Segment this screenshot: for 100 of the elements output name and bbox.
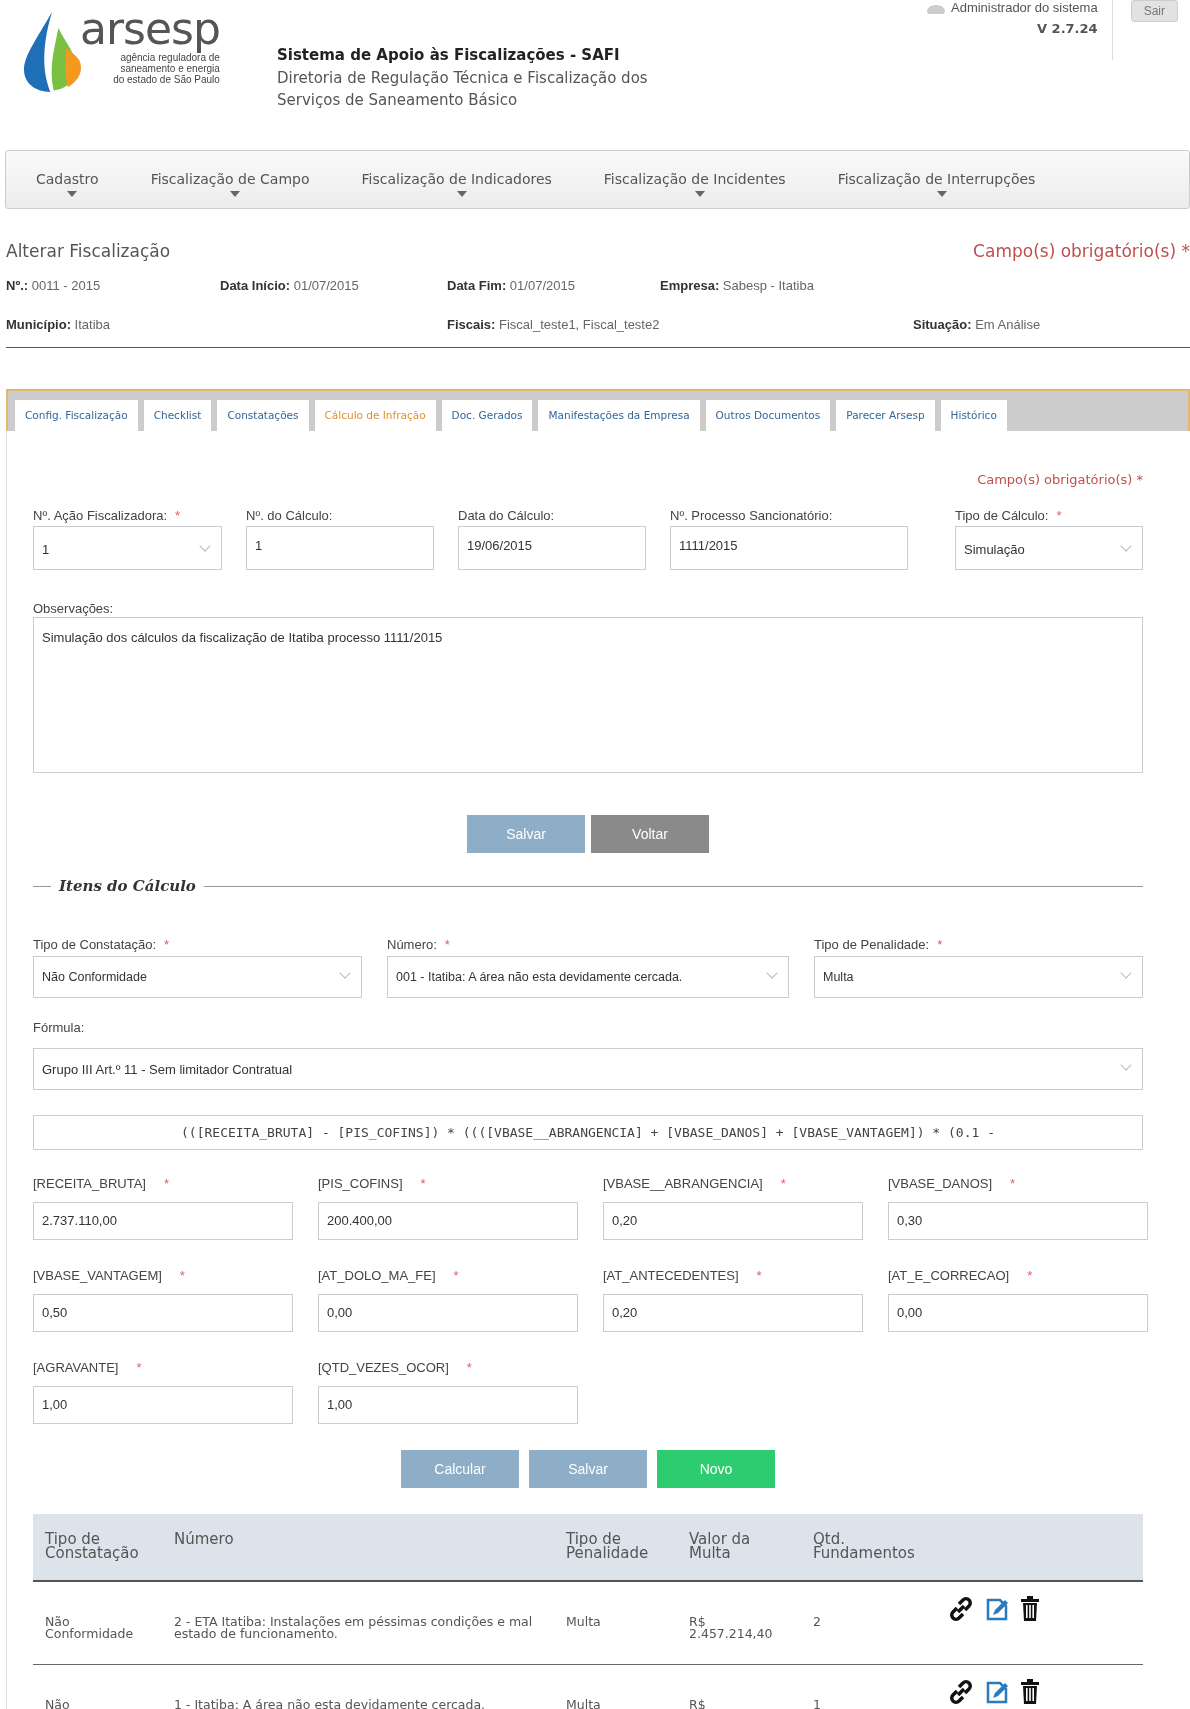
field-label: Nº. do Cálculo: xyxy=(246,508,333,524)
field-label: Número: xyxy=(387,937,437,953)
info-field: Data Início: 01/07/2015 xyxy=(220,278,447,317)
required-note: Campo(s) obrigatório(s) * xyxy=(977,472,1143,487)
tab[interactable]: Histórico xyxy=(939,399,1008,431)
info-field: Fiscais: Fiscal_teste1, Fiscal_teste2 xyxy=(447,317,913,339)
field-label: [QTD_VEZES_OCOR] xyxy=(318,1360,449,1376)
required-mark: * xyxy=(1027,1268,1033,1284)
input-field[interactable]: 200.400,00 xyxy=(318,1202,578,1240)
select-field[interactable]: Simulação xyxy=(955,526,1143,570)
required-mark: * xyxy=(163,1176,169,1192)
field-label: Tipo de Penalidade: xyxy=(814,937,930,953)
tab[interactable]: Doc. Gerados xyxy=(440,399,534,431)
required-mark: * xyxy=(179,1268,185,1284)
logout-button[interactable]: Sair xyxy=(1130,0,1178,22)
field-label: Observações: xyxy=(33,601,114,617)
required-mark: * xyxy=(466,1360,472,1376)
info-field: Município: Itatiba xyxy=(6,317,447,339)
input-field[interactable]: 2.737.110,00 xyxy=(33,1202,293,1240)
tab[interactable]: Outros Documentos xyxy=(704,399,832,431)
field-label: [PIS_COFINS] xyxy=(318,1176,403,1192)
column-header: Tipo de Penalidade xyxy=(566,1532,650,1560)
observations-field[interactable]: Simulação dos cálculos da fiscalização de Itatiba processo 1111/2015 xyxy=(33,617,1143,773)
edit-icon[interactable] xyxy=(984,1596,1010,1622)
field-label: [AT_ANTECEDENTES] xyxy=(603,1268,739,1284)
column-header: Qtd. Fundamentos xyxy=(813,1532,916,1560)
field-label: Data do Cálculo: xyxy=(458,508,555,524)
select-field[interactable]: Multa xyxy=(814,956,1143,998)
page-title: Alterar Fiscalização xyxy=(6,241,171,263)
input-field[interactable]: 0,20 xyxy=(603,1294,863,1332)
link-icon[interactable] xyxy=(948,1596,974,1622)
table-cell: Multa xyxy=(566,1698,601,1709)
caret-icon xyxy=(67,191,78,197)
input-field[interactable]: 0,00 xyxy=(888,1294,1148,1332)
field-label: Tipo de Constatação: xyxy=(33,937,157,953)
formula-expression: (([RECEITA_BRUTA] - [PIS_COFINS]) * ((([VBASE__ABRANGENCIA] + [VBASE_DANOS] + [VBASE_VANTAGEM]) * (0.1 - xyxy=(33,1115,1143,1150)
required-mark: * xyxy=(453,1268,459,1284)
column-header: Valor da Multa xyxy=(689,1532,752,1560)
input-field[interactable]: 1,00 xyxy=(33,1386,293,1424)
tab[interactable]: Constatações xyxy=(216,399,310,431)
formula-select[interactable]: Grupo III Art.º 11 - Sem limitador Contratual xyxy=(33,1048,1143,1090)
info-field: Empresa: Sabesp - Itatiba xyxy=(660,278,1190,317)
user-name: Administrador do sistema xyxy=(951,0,1098,15)
field-label: [VBASE_DANOS] xyxy=(888,1176,993,1192)
menu-item[interactable]: Fiscalização de Campo xyxy=(150,151,310,208)
trash-icon[interactable] xyxy=(1020,1596,1040,1622)
field-label: Nº. Processo Sancionatório: xyxy=(670,508,833,524)
field-label: [AT_DOLO_MA_FE] xyxy=(318,1268,436,1284)
input-field[interactable]: 1,00 xyxy=(318,1386,578,1424)
field-label: [VBASE__ABRANGENCIA] xyxy=(603,1176,763,1192)
table-cell: 2 xyxy=(813,1616,821,1628)
required-mark: * xyxy=(937,937,943,953)
input-field[interactable]: 1111/2015 xyxy=(670,526,908,570)
caret-icon xyxy=(936,191,947,197)
caret-icon xyxy=(230,191,241,197)
tab[interactable]: Config. Fiscalização xyxy=(14,399,139,431)
field-label: Nº. Ação Fiscalizadora: xyxy=(33,508,168,524)
menu-item[interactable]: Fiscalização de Indicadores xyxy=(361,151,552,208)
select-field[interactable]: Não Conformidade xyxy=(33,956,362,998)
required-mark: * xyxy=(175,508,181,524)
trash-icon[interactable] xyxy=(1020,1678,1040,1705)
tab[interactable]: Checklist xyxy=(142,399,213,431)
required-mark: * xyxy=(1056,508,1062,524)
link-icon[interactable] xyxy=(948,1678,974,1705)
input-field[interactable]: 0,30 xyxy=(888,1202,1148,1240)
menu-item[interactable]: Fiscalização de Interrupções xyxy=(837,151,1036,208)
field-label: Tipo de Cálculo: xyxy=(955,508,1049,524)
info-field: Nº.: 0011 - 2015 xyxy=(6,278,220,317)
logo-name: arsesp xyxy=(80,6,220,52)
field-label: [AT_E_CORRECAO] xyxy=(888,1268,1010,1284)
input-field[interactable]: 1 xyxy=(246,526,434,570)
field-label: Fórmula: xyxy=(33,1020,85,1036)
caret-icon xyxy=(456,191,467,197)
input-field[interactable]: 0,50 xyxy=(33,1294,293,1332)
tab[interactable]: Parecer Arsesp xyxy=(835,399,936,431)
menu-item[interactable]: Fiscalização de Incidentes xyxy=(603,151,786,208)
system-subtitle: Diretoria de Regulação Técnica e Fiscalização dos Serviços de Saneamento Básico xyxy=(277,68,649,111)
required-mark: * xyxy=(164,937,170,953)
section-title: Itens do Cálculo xyxy=(59,877,196,895)
caret-icon xyxy=(694,191,705,197)
table-cell: 2 - ETA Itatiba: Instalações em péssimas condições e mal estado de funcionamento. xyxy=(174,1616,534,1640)
input-field[interactable]: 0,20 xyxy=(603,1202,863,1240)
menu-item[interactable]: Cadastro xyxy=(36,151,99,208)
input-field[interactable]: 19/06/2015 xyxy=(458,526,646,570)
tab[interactable]: Manifestações da Empresa xyxy=(537,399,701,431)
table-cell-text: R$ 2.457.214,40 xyxy=(689,1616,774,1640)
table-cell: Multa xyxy=(566,1616,601,1628)
select-field[interactable]: 1 xyxy=(33,526,222,570)
required-note: Campo(s) obrigatório(s) * xyxy=(973,241,1190,263)
field-label: [RECEITA_BRUTA] xyxy=(33,1176,146,1192)
logo-tagline: agência reguladora de saneamento e energia do estado de São Paulo xyxy=(113,52,220,85)
info-field: Data Fim: 01/07/2015 xyxy=(447,278,660,317)
input-field[interactable]: 0,00 xyxy=(318,1294,578,1332)
table-cell: 1 xyxy=(813,1698,821,1709)
required-mark: * xyxy=(756,1268,762,1284)
column-header: Número xyxy=(174,1532,234,1546)
select-field[interactable]: 001 - Itatiba: A área não esta devidamente cercada. xyxy=(387,956,789,998)
required-mark: * xyxy=(136,1360,142,1376)
required-mark: * xyxy=(1010,1176,1016,1192)
field-label: [VBASE_VANTAGEM] xyxy=(33,1268,162,1284)
